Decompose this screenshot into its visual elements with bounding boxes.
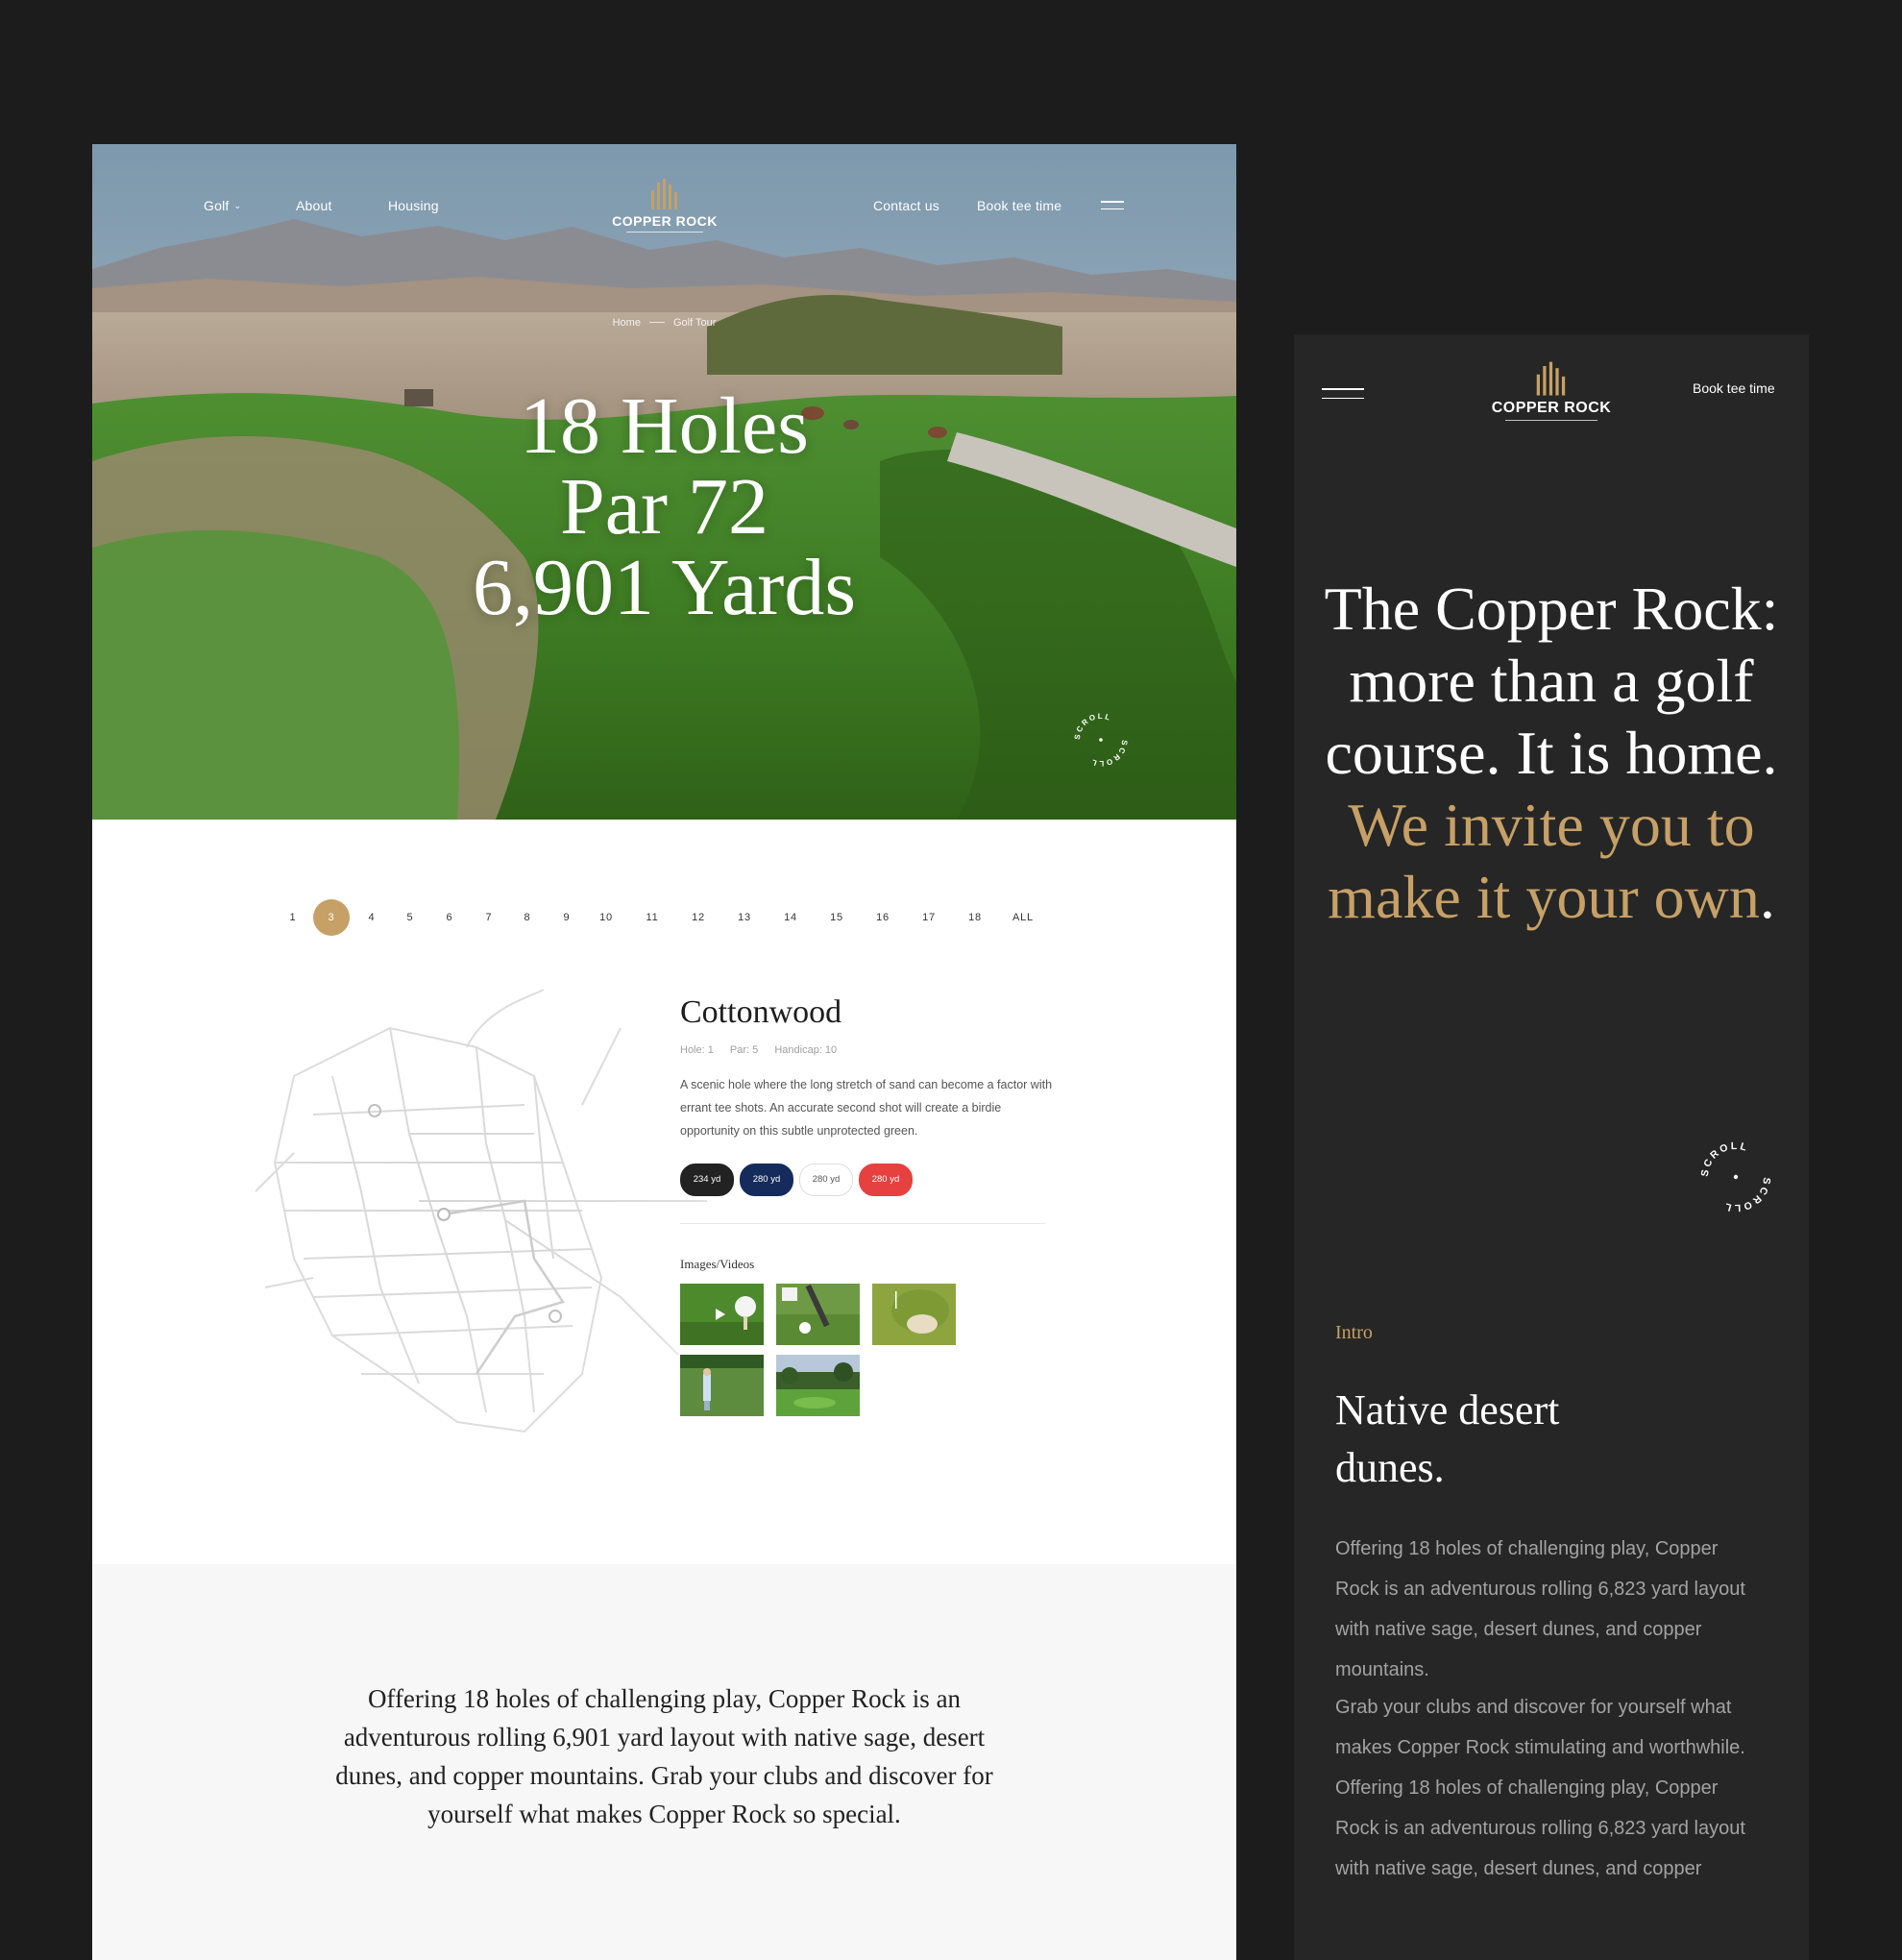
scroll-label-path: SCROLL xyxy=(1073,712,1111,740)
hole-tab-12[interactable]: 12 xyxy=(680,899,717,936)
nav-golf-link[interactable]: Golf ⌄ xyxy=(204,198,241,213)
scroll-label-repeat-path: SCROLL xyxy=(1721,1177,1770,1214)
hole-tab-all[interactable]: ALL xyxy=(1005,899,1041,936)
nav-golf-label: Golf xyxy=(204,198,230,213)
golf-ball-video-thumbnail xyxy=(680,1284,764,1345)
intro-paragraph: Grab your clubs and discover for yoursel… xyxy=(1335,1697,1745,1879)
media-thumbnails xyxy=(680,1284,1055,1426)
hole-tab-4[interactable]: 4 xyxy=(354,899,390,936)
breadcrumb-separator xyxy=(648,322,665,323)
tee-distance-pill[interactable]: 280 yd xyxy=(799,1164,853,1196)
media-label: Images/Videos xyxy=(680,1257,755,1271)
hole-par: Par: 5 xyxy=(729,1044,759,1056)
image-thumbnail[interactable] xyxy=(680,1355,764,1416)
hole-tab-15[interactable]: 15 xyxy=(818,899,855,936)
intro-paragraph: Offering 18 holes of challenging play, C… xyxy=(1335,1538,1745,1680)
chevron-down-icon: ⌄ xyxy=(233,201,242,210)
golfer-putting-thumbnail xyxy=(680,1355,764,1416)
mobile-headline: The Copper Rock: more than a golf course… xyxy=(1313,573,1790,933)
hero-title-line: 18 Holes xyxy=(520,381,809,471)
image-thumbnail[interactable] xyxy=(776,1284,861,1345)
hole-tab-13[interactable]: 13 xyxy=(726,899,763,936)
logo-underline xyxy=(626,232,703,233)
hole-tab-18[interactable]: 18 xyxy=(957,899,993,936)
course-description-section: Offering 18 holes of challenging play, C… xyxy=(92,1564,1236,1960)
headline-gold: We invite you to make it your own xyxy=(1328,791,1760,931)
image-thumbnail[interactable] xyxy=(872,1284,957,1345)
hamburger-icon[interactable] xyxy=(1322,388,1364,399)
course-landscape-thumbnail xyxy=(776,1355,861,1416)
scroll-indicator[interactable]: SCROLL SCROLL xyxy=(1072,711,1130,769)
scroll-label: SCROLL xyxy=(1699,1140,1750,1178)
video-thumbnail[interactable] xyxy=(680,1284,764,1345)
hole-number: Hole: 1 xyxy=(680,1044,714,1056)
hole-tab-16[interactable]: 16 xyxy=(865,899,901,936)
hole-tab-14[interactable]: 14 xyxy=(772,899,809,936)
hole-course-map xyxy=(217,970,736,1489)
scroll-label-repeat: SCROLL xyxy=(1721,1177,1772,1214)
headline-white: The Copper Rock: more than a golf course… xyxy=(1324,575,1779,787)
image-thumbnail[interactable] xyxy=(776,1355,861,1416)
intro-label: Intro xyxy=(1335,1322,1373,1343)
hole-tab-10[interactable]: 10 xyxy=(588,899,624,936)
breadcrumb-home-link[interactable]: Home xyxy=(613,317,641,329)
scroll-dot-icon xyxy=(1733,1174,1739,1180)
nav-housing-link[interactable]: Housing xyxy=(388,198,439,213)
hamburger-icon[interactable] xyxy=(1101,201,1124,209)
hole-description: A scenic hole where the long stretch of … xyxy=(680,1078,1053,1138)
hole-name: Cottonwood xyxy=(680,994,842,1030)
tee-distance-pill[interactable]: 280 yd xyxy=(740,1164,793,1196)
hole-tab-11[interactable]: 11 xyxy=(634,899,671,936)
logo-text: COPPER ROCK xyxy=(1491,400,1612,416)
logo-underline xyxy=(1505,420,1597,421)
copper-rock-logo-icon xyxy=(1536,361,1566,396)
nav-about-link[interactable]: About xyxy=(296,198,332,213)
hero-title-line: 6,901 Yards xyxy=(472,543,857,632)
hole-meta: Hole: 1 Par: 5 Handicap: 10 xyxy=(680,1044,1055,1056)
tee-distance-pill[interactable]: 280 yd xyxy=(859,1164,913,1196)
hole-tabs: 1 3 4 5 6 7 8 9 10 11 12 13 14 15 16 17 18 ALL xyxy=(275,899,1072,938)
nav-book-tee-link[interactable]: Book tee time xyxy=(977,198,1061,213)
breadcrumb-current: Golf Tour xyxy=(672,317,717,329)
mobile-page: COPPER ROCK Book tee time The Copper Roc… xyxy=(1294,334,1809,1960)
hero-title: 18 Holes Par 72 6,901 Yards xyxy=(92,386,1236,628)
hero-title-line: Par 72 xyxy=(560,462,768,551)
hole-tab-8[interactable]: 8 xyxy=(509,899,546,936)
section-title: Native desert dunes. xyxy=(1335,1386,1560,1491)
logo-text: COPPER ROCK xyxy=(612,213,718,229)
logo[interactable]: COPPER ROCK xyxy=(607,177,722,233)
book-tee-time-link[interactable]: Book tee time xyxy=(1693,380,1775,396)
hole-tab-7[interactable]: 7 xyxy=(471,899,507,936)
scroll-dot-icon xyxy=(1099,738,1103,742)
scroll-label: SCROLL xyxy=(1073,712,1113,740)
nav-contact-link[interactable]: Contact us xyxy=(873,198,939,213)
hero-section: Golf ⌄ About Housing COPPER ROCK Contact … xyxy=(92,144,1236,820)
hole-tab-6[interactable]: 6 xyxy=(431,899,468,936)
bunker-green-thumbnail xyxy=(872,1284,957,1345)
desktop-page: Golf ⌄ About Housing COPPER ROCK Contact … xyxy=(92,144,1236,1960)
headline-end: . xyxy=(1759,863,1775,931)
scroll-indicator[interactable]: SCROLL SCROLL xyxy=(1697,1139,1774,1215)
scroll-label-path: SCROLL xyxy=(1699,1140,1748,1178)
scroll-label-repeat-path: SCROLL xyxy=(1088,740,1127,768)
golfer-club-thumbnail xyxy=(776,1284,861,1345)
logo[interactable]: COPPER ROCK xyxy=(1484,359,1619,421)
hole-tab-1[interactable]: 1 xyxy=(275,899,311,936)
tee-distance-pills: 234 yd 280 yd 280 yd 280 yd xyxy=(680,1164,1055,1196)
hole-tab-3[interactable]: 3 xyxy=(313,899,350,936)
hole-info-panel: Cottonwood Hole: 1 Par: 5 Handicap: 10 A… xyxy=(680,994,1055,1426)
scroll-label-repeat: SCROLL xyxy=(1088,740,1129,768)
course-description: Offering 18 holes of challenging play, C… xyxy=(335,1684,993,1828)
tee-distance-pill[interactable]: 234 yd xyxy=(680,1164,734,1196)
hole-handicap: Handicap: 10 xyxy=(774,1044,838,1056)
hole-tab-9[interactable]: 9 xyxy=(549,899,585,936)
divider xyxy=(680,1223,1045,1224)
breadcrumb: Home Golf Tour xyxy=(92,317,1236,329)
hole-tab-17[interactable]: 17 xyxy=(911,899,947,936)
copper-rock-logo-icon xyxy=(651,179,677,209)
hole-tab-5[interactable]: 5 xyxy=(392,899,428,936)
